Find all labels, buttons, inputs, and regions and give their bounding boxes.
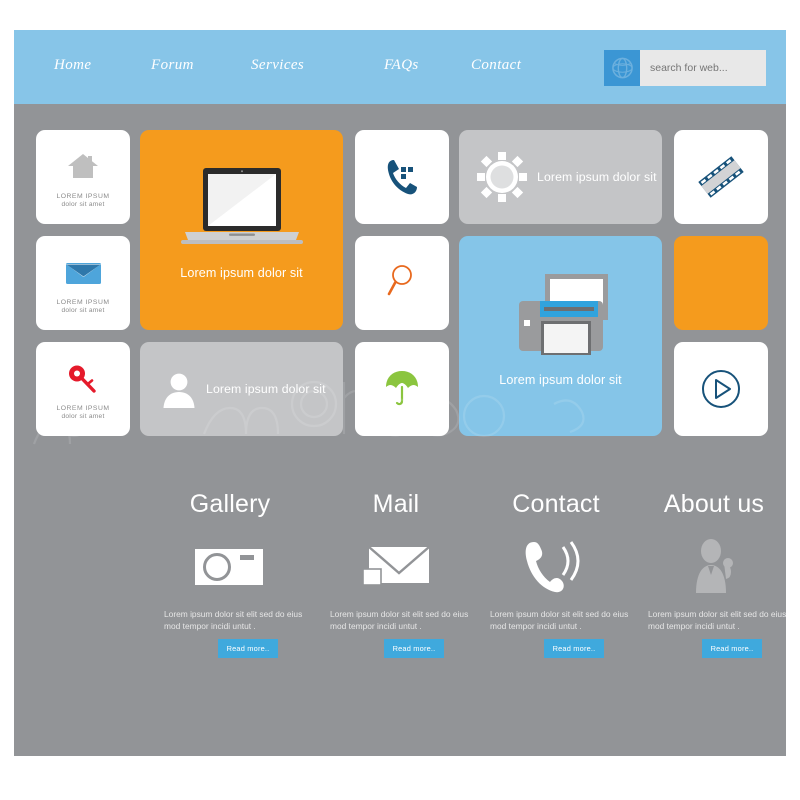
user-tile-caption: Lorem ipsum dolor sit: [206, 382, 326, 396]
envelope-icon: [66, 263, 101, 284]
feature-body: Lorem ipsum dolor sit elit sed do eius m…: [164, 609, 303, 631]
printer-tile-caption: Lorem ipsum dolor sit: [499, 373, 622, 387]
globe-icon: [612, 57, 633, 79]
user-tile[interactable]: Lorem ipsum dolor sit: [140, 342, 343, 436]
page-container: Home Forum Services FAQs Contact search …: [14, 30, 786, 756]
feature-body: Lorem ipsum dolor sit elit sed do eius m…: [648, 609, 787, 631]
site-header: Home Forum Services FAQs Contact: [14, 30, 786, 104]
ringing-phone-icon: [525, 541, 580, 593]
feature-gallery: Gallery Lorem ipsum dolor sit elit sed d…: [140, 492, 320, 658]
play-tile[interactable]: [674, 342, 768, 436]
printer-tile[interactable]: Lorem ipsum dolor sit: [459, 236, 662, 436]
read-more-button[interactable]: Read more..: [543, 638, 605, 658]
key-icon: [69, 365, 96, 393]
feature-title: Mail: [372, 490, 420, 518]
laptop-tile-caption: Lorem ipsum dolor sit: [180, 266, 303, 280]
feature-body: Lorem ipsum dolor sit elit sed do eius m…: [330, 609, 469, 631]
search-input[interactable]: [640, 50, 766, 86]
house-icon: [68, 154, 98, 178]
nav-item-faqs[interactable]: FAQs: [384, 57, 419, 74]
key-tile-caption: LOREM IPSUM dolor sit amet: [56, 404, 110, 421]
envelope-icon: [363, 546, 429, 586]
nav-item-contact[interactable]: Contact: [471, 57, 521, 74]
film-strip-icon: [698, 156, 744, 198]
search-tile[interactable]: [355, 236, 449, 330]
read-more-button[interactable]: Read more..: [217, 638, 279, 658]
settings-tile-caption: Lorem ipsum dolor sit: [537, 170, 657, 184]
search-button[interactable]: [604, 50, 640, 86]
home-tile[interactable]: LOREM IPSUM dolor sit amet: [36, 130, 130, 224]
feature-body: Lorem ipsum dolor sit elit sed do eius m…: [490, 609, 629, 631]
feature-icon-wrap: [624, 537, 800, 595]
gear-icon: [477, 152, 527, 202]
settings-tile[interactable]: Lorem ipsum dolor sit: [459, 130, 662, 224]
read-more-button[interactable]: Read more..: [701, 638, 763, 658]
nav-item-home[interactable]: Home: [54, 57, 91, 74]
nav-item-services[interactable]: Services: [251, 57, 304, 74]
film-tile[interactable]: [674, 130, 768, 224]
nav-item-forum[interactable]: Forum: [151, 57, 194, 74]
printer-icon: [519, 274, 608, 355]
key-tile[interactable]: LOREM IPSUM dolor sit amet: [36, 342, 130, 436]
magnifier-icon: [387, 265, 412, 296]
feature-contact: Contact Lorem ipsum dolor sit elit sed d…: [466, 492, 646, 658]
features-section: Gallery Lorem ipsum dolor sit elit sed d…: [14, 492, 786, 722]
search-box: [604, 50, 766, 86]
laptop-tile[interactable]: Lorem ipsum dolor sit: [140, 130, 343, 330]
phone-icon: [387, 160, 417, 195]
phone-tile[interactable]: [355, 130, 449, 224]
mail-tile-caption: LOREM IPSUM dolor sit amet: [56, 298, 110, 315]
play-circle-icon: [702, 370, 740, 408]
blank-tile[interactable]: [674, 236, 768, 330]
umbrella-icon: [386, 371, 418, 406]
feature-icon-wrap: [466, 537, 646, 595]
user-icon: [163, 373, 195, 408]
feature-icon-wrap: [140, 537, 320, 595]
feature-about-us: About us Lorem ipsum dolor sit elit sed …: [624, 492, 800, 658]
feature-mail: Mail Lorem ipsum dolor sit elit sed do e…: [306, 492, 486, 658]
feature-title: About us: [663, 490, 765, 518]
person-icon: [696, 539, 733, 593]
laptop-icon: [181, 168, 303, 244]
tile-grid: LOREM IPSUM dolor sit amet LOREM IPSUM d…: [14, 104, 786, 464]
home-tile-caption: LOREM IPSUM dolor sit amet: [56, 192, 110, 209]
read-more-button[interactable]: Read more..: [383, 638, 445, 658]
feature-icon-wrap: [306, 537, 486, 595]
feature-title: Gallery: [189, 490, 271, 518]
mail-tile[interactable]: LOREM IPSUM dolor sit amet: [36, 236, 130, 330]
camera-icon: [195, 549, 263, 585]
feature-title: Contact: [512, 490, 600, 518]
umbrella-tile[interactable]: [355, 342, 449, 436]
